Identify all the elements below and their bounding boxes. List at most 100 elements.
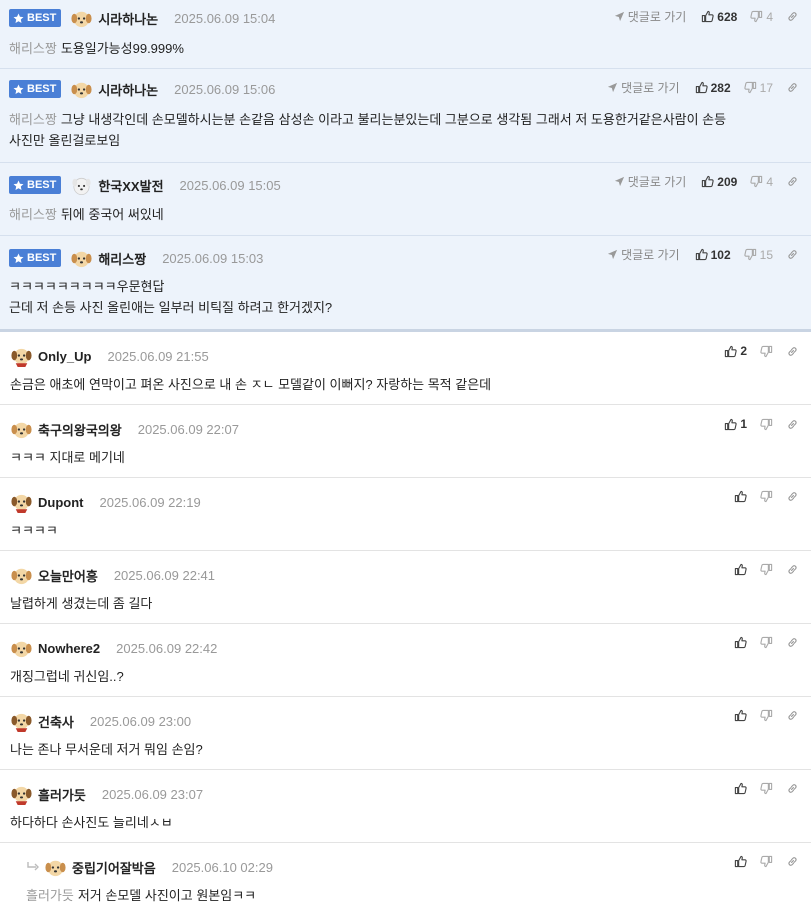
nickname[interactable]: 흘러가듯 xyxy=(38,785,86,804)
like-count: 1 xyxy=(740,417,747,431)
link-button[interactable] xyxy=(786,81,799,94)
like-button[interactable] xyxy=(734,490,747,503)
dislike-button[interactable] xyxy=(760,709,773,722)
link-button[interactable] xyxy=(786,709,799,722)
like-button[interactable]: 282 xyxy=(695,81,731,95)
timestamp: 2025.06.09 15:05 xyxy=(179,177,281,193)
nickname[interactable]: 건축사 xyxy=(38,712,74,731)
goto-comment-link[interactable]: 댓글로 가기 xyxy=(614,8,686,25)
like-button[interactable]: 102 xyxy=(695,248,731,262)
like-button[interactable]: 1 xyxy=(724,417,747,431)
link-icon xyxy=(788,12,797,21)
like-button[interactable] xyxy=(734,563,747,576)
link-button[interactable] xyxy=(786,563,799,576)
comment: 건축사 2025.06.09 23:00 나는 존나 무서운데 저거 뭐임 손임… xyxy=(0,697,811,770)
like-count: 102 xyxy=(710,247,731,262)
goto-comment-link[interactable]: 댓글로 가기 xyxy=(607,79,680,96)
link-button[interactable] xyxy=(786,490,799,503)
dislike-button[interactable] xyxy=(760,490,773,503)
dislike-button[interactable]: 15 xyxy=(743,248,773,262)
nickname[interactable]: Only_Up xyxy=(38,349,91,364)
link-button[interactable] xyxy=(786,10,799,23)
comment-body: 해리스짱 뒤에 중국어 써있네 xyxy=(9,207,164,222)
star-icon xyxy=(13,180,24,190)
timestamp: 2025.06.09 15:03 xyxy=(162,250,264,266)
thumbs-down-icon xyxy=(760,563,773,576)
thumbs-up-icon xyxy=(734,855,747,868)
nickname[interactable]: 시라하나논 xyxy=(98,80,158,99)
dislike-button[interactable] xyxy=(760,418,773,431)
like-button[interactable] xyxy=(734,636,747,649)
thumbs-up-icon xyxy=(734,782,747,795)
link-icon xyxy=(788,784,797,793)
nickname[interactable]: 해리스짱 xyxy=(98,249,146,268)
comment-body: ㅋㅋㅋㅋㅋㅋㅋㅋㅋ우문현답 근데 저 손등 사진 올린애는 일부러 비틱질 하려… xyxy=(9,279,333,315)
comment: 흘러가듯 2025.06.09 23:07 하다하다 손사진도 늘리네ㅅㅂ xyxy=(0,770,811,843)
dislike-button[interactable] xyxy=(760,855,773,868)
thumbs-down-icon xyxy=(750,175,763,188)
arrow-icon xyxy=(614,176,624,187)
thumbs-down-icon xyxy=(743,248,756,261)
mention-nick[interactable]: 해리스짱 xyxy=(9,112,57,127)
like-button[interactable] xyxy=(734,709,747,722)
goto-comment-link[interactable]: 댓글로 가기 xyxy=(614,173,686,190)
nickname[interactable]: 한국XX발전 xyxy=(98,176,163,195)
like-button[interactable]: 628 xyxy=(701,10,737,24)
comment-body: 흘러가듯 저거 손모델 사진이고 원본임ㅋㅋ xyxy=(26,888,257,903)
link-button[interactable] xyxy=(786,345,799,358)
nickname[interactable]: 시라하나논 xyxy=(98,9,158,28)
link-button[interactable] xyxy=(786,636,799,649)
reply-comment: 중립기어잘박음 2025.06.10 02:29 흘러가듯 저거 손모델 사진이고… xyxy=(0,843,811,912)
dislike-button[interactable] xyxy=(760,563,773,576)
comment-body: 개징그럽네 귀신임..? xyxy=(10,669,124,684)
nickname[interactable]: 오늘만어흥 xyxy=(38,566,98,585)
comment: Dupont 2025.06.09 22:19 ㅋㅋㅋㅋ xyxy=(0,478,811,551)
dislike-button[interactable] xyxy=(760,636,773,649)
nickname[interactable]: Dupont xyxy=(38,495,83,510)
nickname[interactable]: 축구의왕국의왕 xyxy=(38,420,122,439)
thumbs-down-icon xyxy=(750,10,763,23)
dislike-button[interactable] xyxy=(760,345,773,358)
like-button[interactable] xyxy=(734,855,747,868)
nickname[interactable]: 중립기어잘박음 xyxy=(72,858,156,877)
link-button[interactable] xyxy=(786,418,799,431)
link-icon xyxy=(788,250,797,259)
dislike-button[interactable] xyxy=(760,782,773,795)
nickname[interactable]: Nowhere2 xyxy=(38,641,100,656)
link-icon xyxy=(788,177,797,186)
dislike-button[interactable]: 17 xyxy=(743,81,773,95)
link-button[interactable] xyxy=(786,782,799,795)
like-button[interactable]: 209 xyxy=(701,175,737,189)
comment: 축구의왕국의왕 2025.06.09 22:07 1 ㅋㅋㅋ 지대로 메기네 xyxy=(0,405,811,478)
thumbs-down-icon xyxy=(760,490,773,503)
thumbs-up-icon xyxy=(725,345,737,357)
mention-nick[interactable]: 해리스짱 xyxy=(9,41,57,56)
avatar xyxy=(10,418,33,441)
comment: 오늘만어흥 2025.06.09 22:41 날렵하게 생겼는데 좀 길다 xyxy=(0,551,811,624)
link-button[interactable] xyxy=(786,855,799,868)
mention-nick[interactable]: 해리스짱 xyxy=(9,207,57,222)
like-button[interactable] xyxy=(734,782,747,795)
comment-body: 해리스짱 그냥 내생각인데 손모델하시는분 손같음 삼성손 이라고 불리는분있는데… xyxy=(9,112,727,148)
link-button[interactable] xyxy=(786,248,799,261)
like-button[interactable]: 2 xyxy=(724,344,747,358)
mention-nick[interactable]: 흘러가듯 xyxy=(26,888,74,903)
link-icon xyxy=(788,711,797,720)
link-icon xyxy=(788,857,797,866)
avatar xyxy=(10,783,33,806)
thumbs-up-icon xyxy=(725,418,737,430)
comment: Only_Up 2025.06.09 21:55 2 손금은 애초에 연막이고 … xyxy=(0,332,811,405)
comment-body: 하다하다 손사진도 늘리네ㅅㅂ xyxy=(10,815,173,830)
comment-body: 나는 존나 무서운데 저거 뭐임 손임? xyxy=(10,742,203,757)
thumbs-down-icon xyxy=(760,345,773,357)
comment-body: ㅋㅋㅋ 지대로 메기네 xyxy=(10,450,125,465)
thumbs-up-icon xyxy=(695,81,708,94)
dislike-button[interactable]: 4 xyxy=(750,10,773,24)
thumbs-up-icon xyxy=(702,10,714,23)
link-button[interactable] xyxy=(786,175,799,188)
dislike-button[interactable]: 4 xyxy=(750,175,773,189)
timestamp: 2025.06.09 22:19 xyxy=(99,494,201,510)
thumbs-down-icon xyxy=(760,782,773,795)
goto-comment-link[interactable]: 댓글로 가기 xyxy=(607,246,680,263)
link-icon xyxy=(788,565,797,574)
